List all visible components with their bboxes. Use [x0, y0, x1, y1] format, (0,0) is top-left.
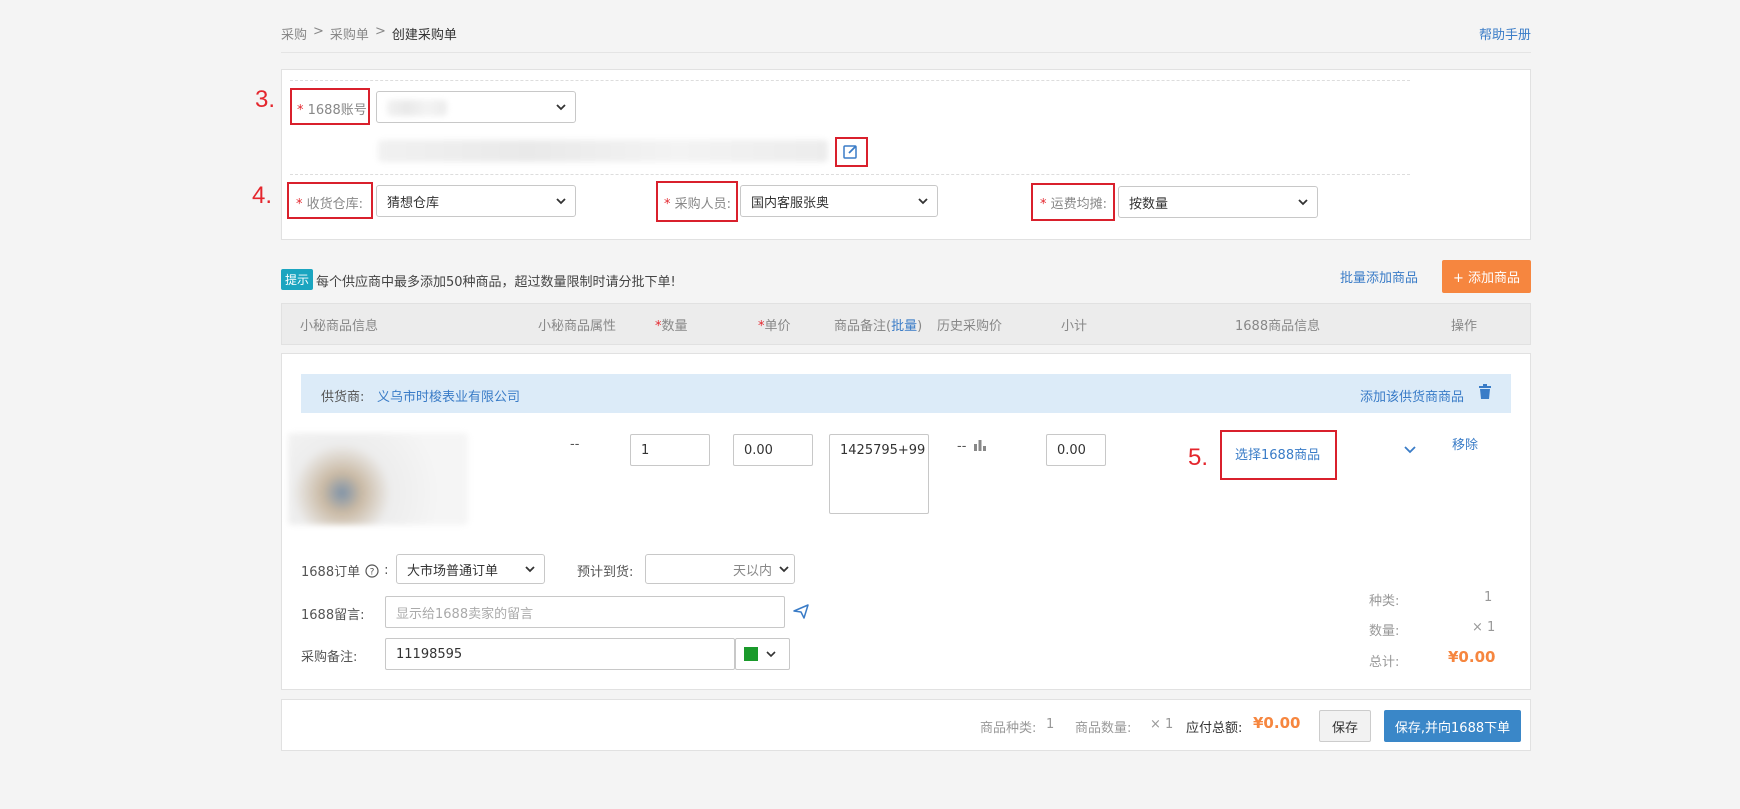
save-and-order-button[interactable]: 保存,并向1688下单 — [1384, 710, 1521, 742]
col-subtotal: 小计 — [1061, 319, 1088, 334]
summary-total-label: 总计: — [1369, 655, 1400, 670]
blurred-address — [378, 140, 828, 162]
warehouse-select[interactable]: 猜想仓库 — [376, 185, 576, 217]
color-swatch — [744, 647, 758, 661]
bar-chart-icon[interactable] — [973, 438, 987, 452]
footer-total-value: ¥0.00 — [1253, 714, 1301, 732]
supplier-name-link[interactable]: 义乌市时梭表业有限公司 — [377, 386, 520, 405]
trash-icon[interactable] — [1478, 384, 1492, 400]
freight-value: 按数量 — [1129, 196, 1169, 212]
breadcrumb-separator: > — [374, 24, 386, 39]
quantity-input[interactable]: 1 — [630, 434, 710, 466]
footer-qty-value: × 1 — [1150, 717, 1174, 732]
summary-kind-value: 1 — [1484, 590, 1493, 605]
order-type-label: 1688订单 ? : — [301, 563, 389, 580]
col-price: *单价 — [758, 319, 791, 334]
footer-kind-value: 1 — [1046, 717, 1055, 732]
subtotal-input[interactable]: 0.00 — [1046, 434, 1106, 466]
order-type-select[interactable]: 大市场普通订单 — [396, 554, 545, 584]
col-attr: 小秘商品属性 — [538, 319, 617, 334]
buyer-label: * 采购人员: — [664, 197, 732, 212]
supplier-label: 供货商: — [321, 390, 365, 405]
col-note: 商品备注(批量) — [834, 319, 923, 334]
buyer-value: 国内客服张奥 — [751, 195, 830, 211]
breadcrumb-divider — [281, 52, 1531, 53]
remove-link[interactable]: 移除 — [1452, 434, 1478, 453]
tip-badge: 提示 — [281, 269, 314, 290]
chevron-down-icon — [766, 651, 776, 658]
order-type-value: 大市场普通订单 — [407, 563, 499, 579]
annotation-4: 4. — [252, 182, 273, 209]
add-supplier-goods-link[interactable]: 添加该供货商商品 — [1360, 386, 1464, 405]
svg-text:?: ? — [370, 567, 375, 577]
blurred-account — [387, 100, 447, 116]
col-1688-info: 1688商品信息 — [1235, 319, 1321, 334]
account-select[interactable] — [376, 91, 576, 123]
tip-text: 每个供应商中最多添加50种商品，超过数量限制时请分批下单! — [316, 275, 676, 290]
chevron-down-icon[interactable] — [1403, 442, 1417, 456]
col-ops: 操作 — [1451, 319, 1478, 334]
footer-qty-label: 商品数量: — [1075, 721, 1132, 736]
remark-input[interactable]: 11198595 — [385, 638, 735, 670]
buyer-select[interactable]: 国内客服张奥 — [740, 185, 938, 217]
goods-note-textarea[interactable]: 1425795+99 — [829, 434, 929, 514]
breadcrumb-item-current: 创建采购单 — [391, 28, 457, 43]
chevron-down-icon — [556, 104, 566, 111]
edit-icon[interactable] — [842, 143, 860, 161]
annotation-5: 5. — [1188, 444, 1209, 471]
freight-select[interactable]: 按数量 — [1118, 186, 1318, 218]
warehouse-label: * 收货仓库: — [296, 197, 364, 212]
help-manual-link[interactable]: 帮助手册 — [1479, 24, 1531, 43]
footer-kind-label: 商品种类: — [980, 721, 1037, 736]
annotation-box-account — [290, 88, 370, 125]
arrival-label: 预计到货: — [577, 565, 634, 580]
select-1688-goods-link[interactable]: 选择1688商品 — [1235, 444, 1320, 463]
chevron-down-icon — [525, 566, 535, 573]
col-qty: *数量 — [655, 319, 688, 334]
send-icon[interactable] — [793, 603, 809, 619]
message-label: 1688留言: — [301, 608, 365, 623]
batch-note-link[interactable]: 批量 — [891, 319, 917, 334]
product-attr: -- — [570, 437, 580, 452]
remark-label: 采购备注: — [301, 650, 358, 665]
col-info: 小秘商品信息 — [300, 319, 379, 334]
col-history: 历史采购价 — [937, 319, 1003, 334]
chevron-down-icon — [918, 198, 928, 205]
freight-label: * 运费均摊: — [1040, 197, 1108, 212]
breadcrumb-item-purchase[interactable]: 采购 — [281, 24, 307, 43]
divider — [290, 80, 1410, 81]
chevron-down-icon — [556, 198, 566, 205]
warehouse-value: 猜想仓库 — [387, 195, 440, 211]
summary-kind-label: 种类: — [1369, 594, 1400, 609]
unit-price-input[interactable]: 0.00 — [733, 434, 813, 466]
message-textarea[interactable]: 显示给1688卖家的留言 — [385, 596, 785, 628]
remark-color-picker[interactable] — [735, 638, 790, 670]
add-goods-button[interactable]: + 添加商品 — [1442, 260, 1531, 293]
divider — [290, 174, 1410, 175]
save-button[interactable]: 保存 — [1319, 710, 1371, 742]
history-price: -- — [957, 439, 967, 454]
summary-qty-value: × 1 — [1472, 620, 1496, 635]
breadcrumb-item-orders[interactable]: 采购单 — [330, 24, 369, 43]
breadcrumb-separator: > — [313, 24, 324, 39]
arrival-unit: 天以内 — [732, 563, 772, 579]
summary-qty-label: 数量: — [1369, 624, 1400, 639]
annotation-3: 3. — [255, 86, 276, 113]
blurred-product-image — [288, 433, 468, 525]
batch-add-goods-link[interactable]: 批量添加商品 — [1340, 267, 1418, 286]
summary-total-value: ¥0.00 — [1448, 648, 1496, 666]
chevron-down-icon — [779, 566, 789, 573]
arrival-days-select[interactable]: 天以内 — [645, 554, 795, 584]
footer-total-label: 应付总额: — [1186, 721, 1243, 736]
chevron-down-icon — [1298, 199, 1308, 206]
breadcrumb: 采购 > 采购单 > 创建采购单 — [281, 24, 457, 43]
help-circle-icon[interactable]: ? — [365, 563, 379, 578]
